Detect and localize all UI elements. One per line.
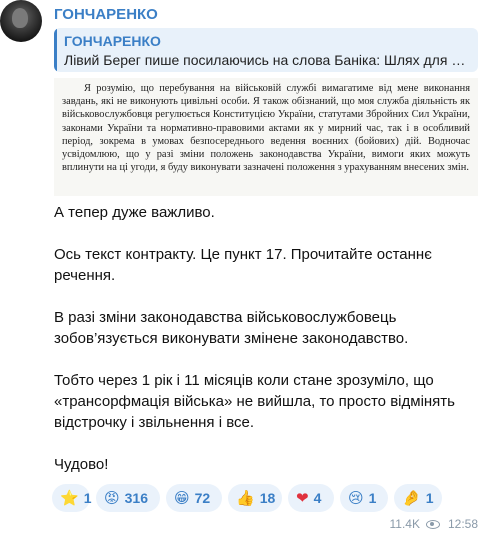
reaction-thumbs-up[interactable]: 👍 18	[228, 484, 282, 512]
channel-avatar[interactable]	[0, 0, 42, 42]
contract-excerpt-image[interactable]: Я розумію, що перебування на військовій …	[54, 78, 478, 196]
reaction-count: 1	[425, 490, 434, 506]
message-paragraph: В разі зміни законодавства військовослуж…	[54, 309, 409, 347]
message-paragraph: Ось текст контракту. Це пункт 17. Прочит…	[54, 246, 432, 284]
reaction-count: 1	[83, 490, 92, 506]
message-paragraph: Тобто через 1 рік і 11 місяців коли стан…	[54, 372, 455, 431]
reaction-angry[interactable]: 😡 316	[96, 484, 160, 512]
heart-icon: ❤	[296, 490, 309, 507]
reply-preview[interactable]: ГОНЧАРЕНКО Лівий Берег пише посилаючись …	[54, 28, 478, 72]
reply-accent-bar	[54, 28, 57, 72]
reply-sender-name: ГОНЧАРЕНКО	[64, 33, 161, 49]
thumbs-up-icon: 👍	[236, 490, 255, 507]
reaction-count: 4	[313, 490, 322, 506]
message-time: 12:58	[447, 517, 478, 531]
reactions-bar: ⭐ 1 😡 316 😁 72 👍 18 ❤ 4 😢 1 🤌 1	[52, 484, 488, 514]
message-bubble: ГОНЧАРЕНКО ГОНЧАРЕНКО Лівий Берег пише п…	[44, 0, 488, 535]
reaction-count: 1	[368, 490, 377, 506]
message-text: А тепер дуже важливо. Ось текст контракт…	[54, 202, 474, 496]
pinched-fingers-icon: 🤌	[402, 490, 421, 507]
grin-face-icon: 😁	[174, 490, 190, 507]
view-count: 11.4K	[389, 517, 420, 531]
message-meta: 11.4K 12:58	[390, 516, 479, 532]
reaction-star[interactable]: ⭐ 1	[52, 484, 92, 512]
eye-icon	[425, 519, 440, 529]
crying-face-icon: 😢	[348, 490, 364, 507]
reply-text: Лівий Берег пише посилаючись на слова Ба…	[64, 52, 470, 68]
angry-face-icon: 😡	[104, 490, 120, 507]
message-paragraph: А тепер дуже важливо.	[54, 204, 215, 221]
reaction-count: 316	[124, 490, 148, 506]
message-paragraph: Чудово!	[54, 456, 109, 473]
star-icon: ⭐	[60, 490, 79, 507]
reaction-crying[interactable]: 😢 1	[340, 484, 388, 512]
reaction-pinched-fingers[interactable]: 🤌 1	[394, 484, 442, 512]
reaction-count: 72	[194, 490, 211, 506]
sender-name[interactable]: ГОНЧАРЕНКО	[54, 6, 158, 23]
reaction-count: 18	[259, 490, 276, 506]
reaction-heart[interactable]: ❤ 4	[288, 484, 334, 512]
reaction-grin[interactable]: 😁 72	[166, 484, 222, 512]
